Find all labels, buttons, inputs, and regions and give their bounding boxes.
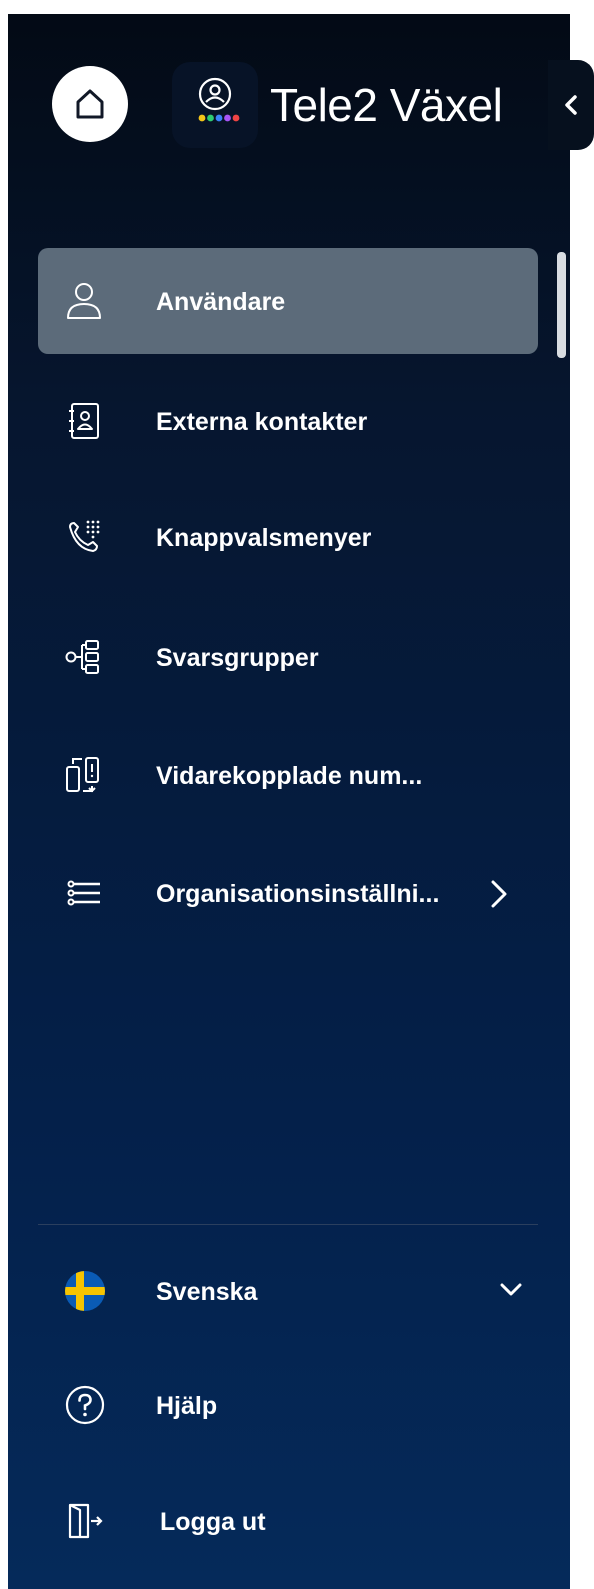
logout-label: Logga ut [160, 1508, 266, 1536]
collapse-sidebar-button[interactable] [548, 60, 594, 150]
chevron-down-icon [500, 1283, 522, 1296]
chevron-right-icon [491, 880, 507, 908]
nav-item-organisationsinstallningar[interactable]: Organisationsinställni... [38, 840, 538, 946]
swedish-flag-icon [65, 1271, 105, 1311]
nav-item-externa-kontakter[interactable]: Externa kontakter [38, 368, 538, 474]
logout-door-icon [68, 1503, 103, 1539]
home-button[interactable] [52, 66, 128, 142]
help-link[interactable]: Hjälp [38, 1364, 538, 1444]
language-selector[interactable]: Svenska [38, 1250, 538, 1330]
nav-item-label: Organisationsinställni... [156, 880, 440, 908]
home-icon [76, 89, 104, 119]
contact-book-icon [69, 403, 99, 439]
phone-forward-icon [66, 757, 99, 793]
nav-item-label: Svarsgrupper [156, 644, 319, 672]
scrollbar-thumb[interactable] [557, 252, 566, 358]
app-title: Tele2 Växel [270, 79, 503, 131]
nav-item-label: Vidarekopplade num... [156, 762, 423, 790]
phone-keypad-icon [69, 520, 100, 552]
nav-item-label: Externa kontakter [156, 408, 368, 436]
nav-item-label: Användare [156, 288, 286, 316]
sliders-icon [67, 880, 100, 906]
app-logo-icon [198, 77, 240, 122]
nav-item-knappvalsmenyer[interactable]: Knappvalsmenyer [38, 484, 538, 590]
app-logo [172, 62, 258, 148]
hierarchy-icon [65, 640, 99, 674]
user-icon [67, 283, 101, 319]
help-circle-icon [65, 1385, 105, 1425]
help-label: Hjälp [156, 1392, 218, 1420]
language-label: Svenska [156, 1278, 258, 1306]
nav-item-svarsgrupper[interactable]: Svarsgrupper [38, 604, 538, 710]
nav-item-anvandare[interactable]: Användare [38, 248, 538, 354]
chevron-left-icon [565, 95, 577, 115]
logout-button[interactable]: Logga ut [38, 1480, 538, 1560]
divider [38, 1224, 538, 1225]
page: Tele2 Växel Användare Externa kontakter [0, 0, 594, 1589]
nav-item-vidarekopplade[interactable]: Vidarekopplade num... [38, 722, 538, 828]
nav-item-label: Knappvalsmenyer [156, 524, 372, 552]
